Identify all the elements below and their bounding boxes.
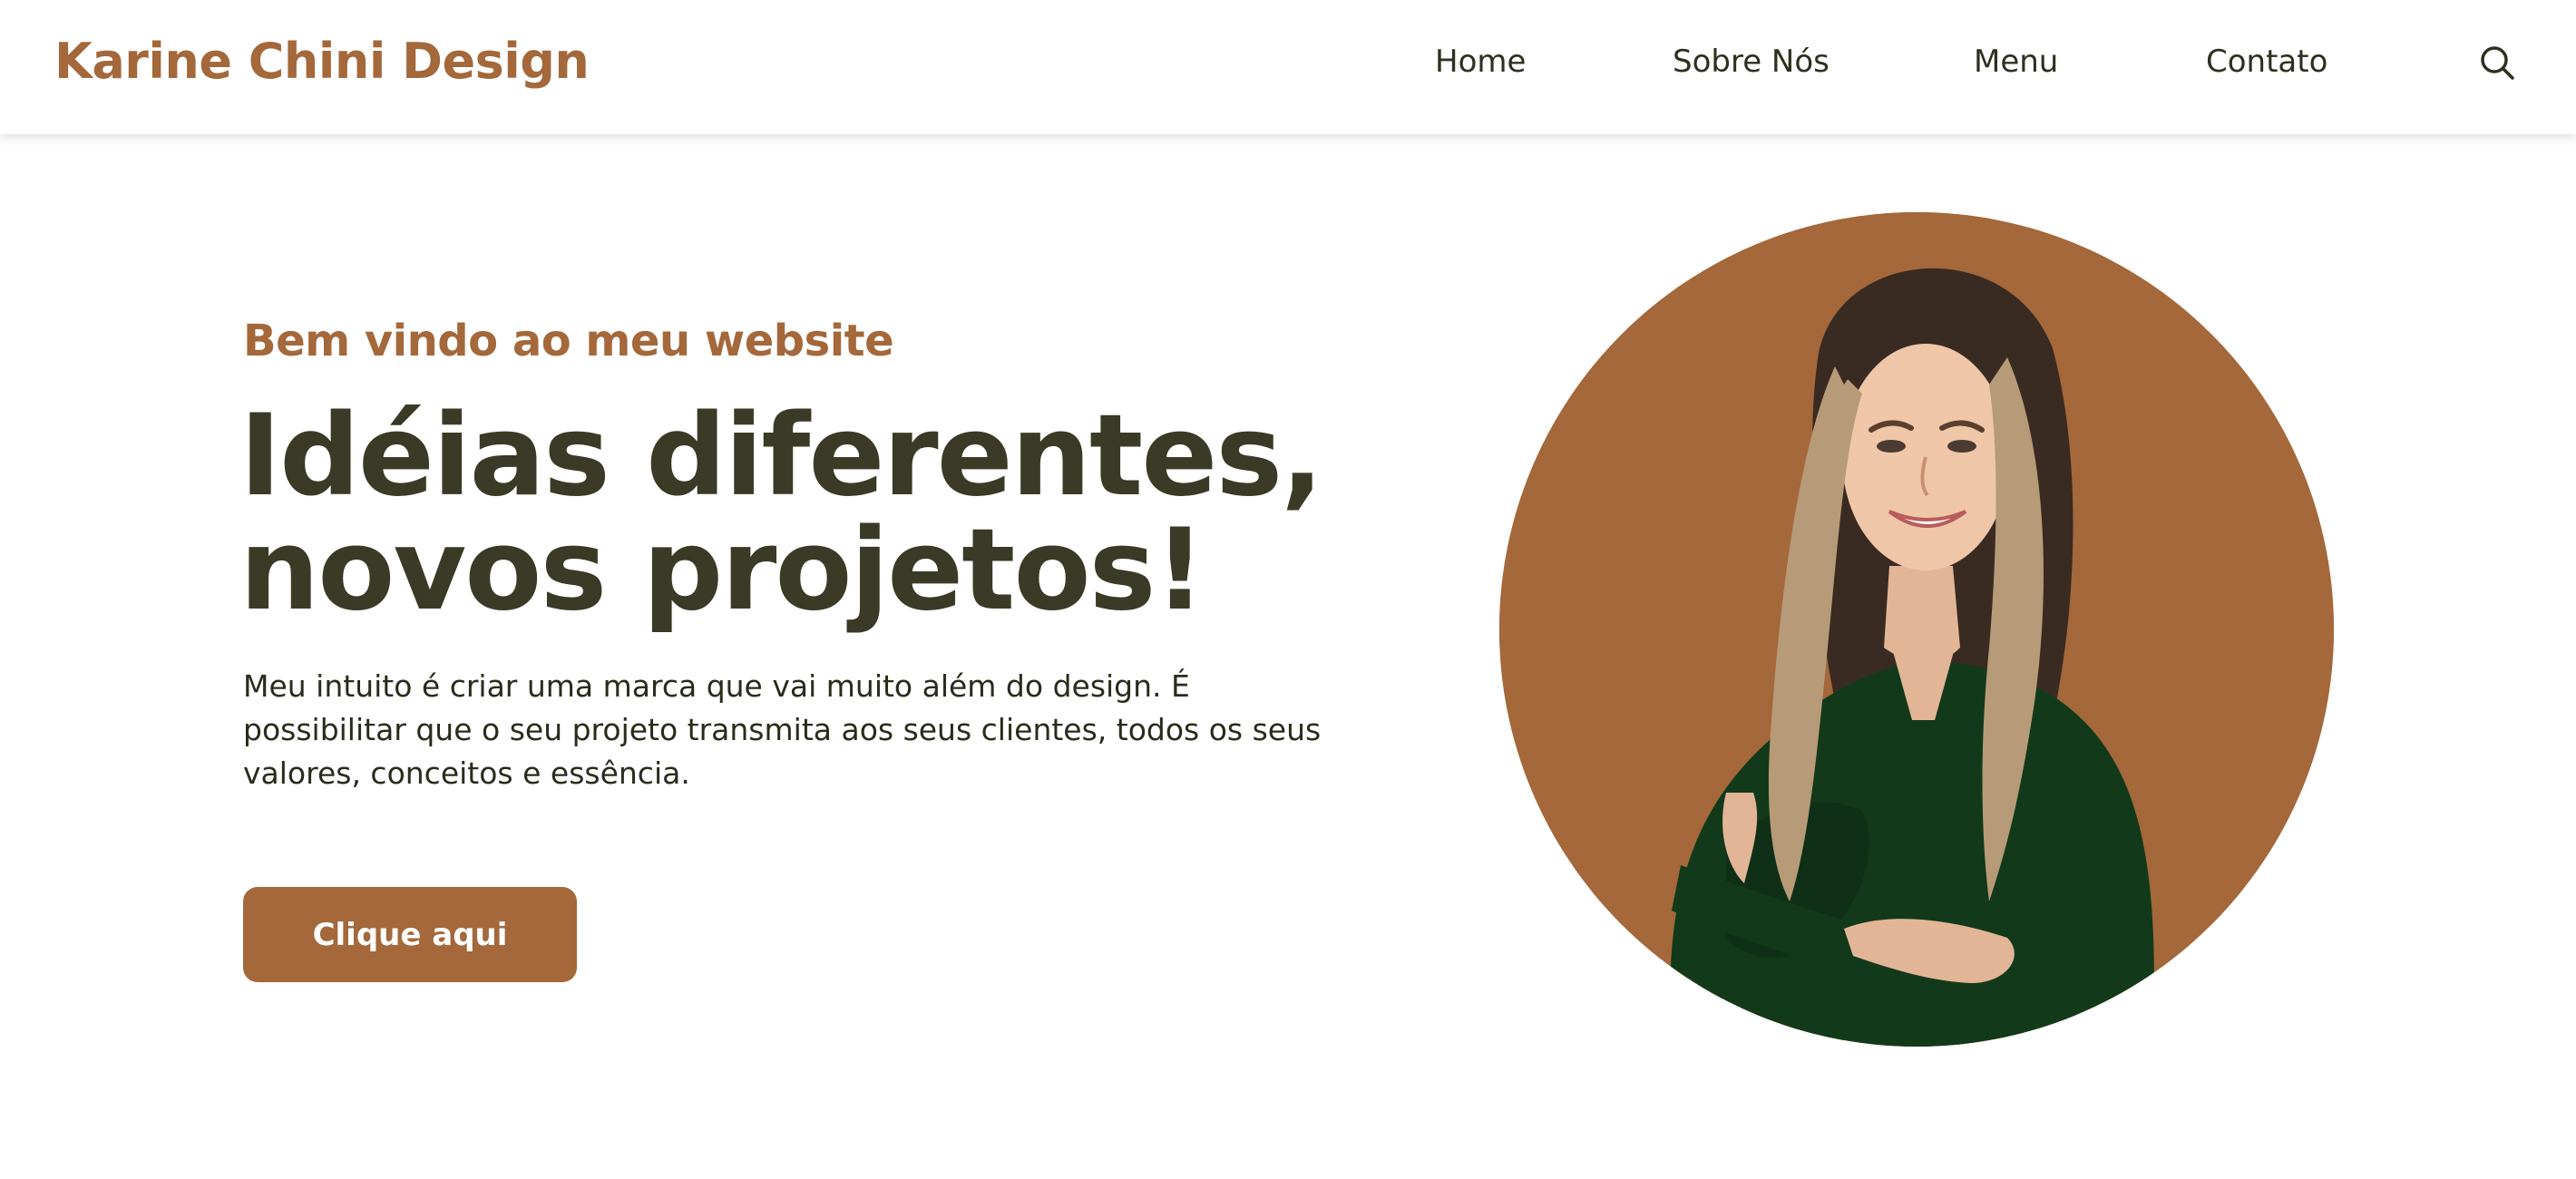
site-logo[interactable]: Karine Chini Design — [54, 33, 590, 90]
cta-button[interactable]: Clique aqui — [243, 887, 577, 982]
portrait-illustration — [1499, 212, 2334, 1047]
search-icon — [2481, 46, 2514, 80]
portrait-photo — [1499, 212, 2334, 1047]
site-header: Karine Chini Design Home Sobre Nós Menu … — [0, 0, 2576, 134]
hero-description: Meu intuito é criar uma marca que vai mu… — [243, 668, 1322, 791]
search-button[interactable] — [2478, 44, 2516, 82]
nav-link-contact[interactable]: Contato — [2206, 44, 2327, 83]
nav-link-home[interactable]: Home — [1435, 44, 1526, 83]
hero-headline-line-2: novos projetos! — [239, 505, 1205, 636]
hero-subtitle: Bem vindo ao meu website — [243, 316, 894, 366]
nav-link-about[interactable]: Sobre Nós — [1673, 44, 1830, 83]
hero-headline-line-1: Idéias diferentes, — [239, 391, 1323, 521]
hero-headline: Idéias diferentes, novos projetos! — [239, 399, 1373, 628]
nav-link-menu[interactable]: Menu — [1974, 44, 2058, 83]
